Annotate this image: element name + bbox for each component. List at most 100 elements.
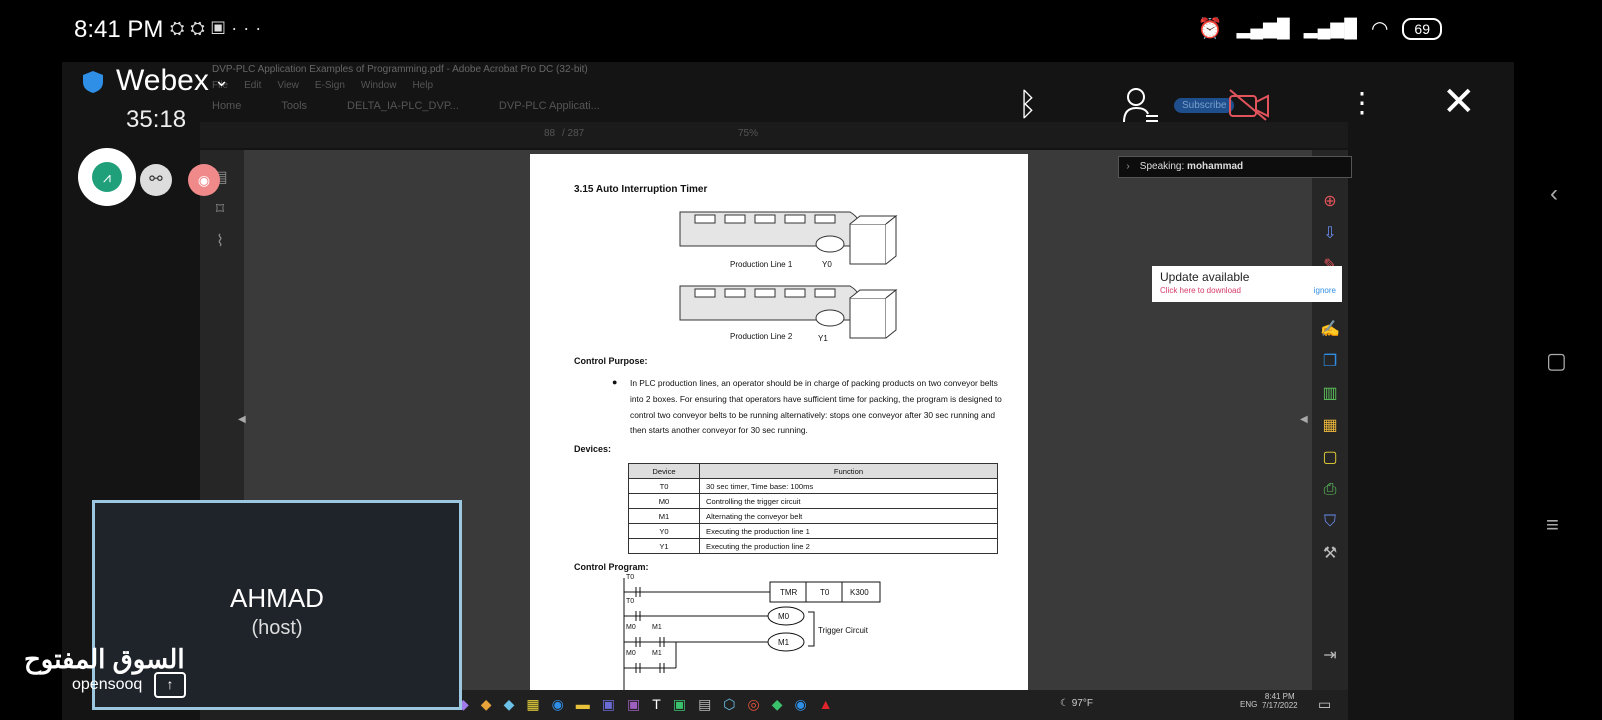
moon-icon: ☾: [1060, 698, 1069, 709]
language-indicator[interactable]: ENG: [1240, 700, 1257, 709]
audio-status-button[interactable]: ⩘: [78, 148, 136, 206]
create-pdf-icon[interactable]: ⊕: [1320, 192, 1340, 212]
comment-icon[interactable]: ▢: [1320, 448, 1340, 468]
pdf-page: 3.15 Auto Interruption Timer Production …: [530, 154, 1028, 690]
expand-pane-icon[interactable]: ⇥: [1320, 646, 1340, 666]
trigger-circuit-label: Trigger Circuit: [818, 626, 868, 635]
notification-icons: ⛭⛭▣···: [170, 18, 267, 39]
menu-edit[interactable]: Edit: [244, 80, 261, 91]
back-nav-icon[interactable]: ‹: [1550, 180, 1558, 208]
tab-home[interactable]: Home: [212, 100, 241, 112]
menu-esign[interactable]: E-Sign: [315, 80, 345, 91]
text-editor-icon[interactable]: T: [652, 696, 661, 713]
cube-app-icon[interactable]: ⬡: [723, 696, 735, 713]
acrobat-tabs: Home Tools DELTA_IA-PLC_DVP... DVP-PLC A…: [212, 100, 600, 112]
page-number-input[interactable]: 88: [544, 128, 555, 139]
acrobat-icon[interactable]: ▲: [819, 696, 833, 713]
menu-view[interactable]: View: [277, 80, 299, 91]
table-row: T0 30 sec timer, Time base: 100ms: [628, 478, 998, 494]
self-video-tile[interactable]: AHMAD (host): [92, 500, 462, 710]
ladder-coil-m0: M0: [778, 612, 790, 621]
files-icon[interactable]: ▦: [526, 696, 539, 713]
webex-app-name[interactable]: Webex: [116, 64, 209, 98]
excel-icon[interactable]: ▣: [673, 696, 686, 713]
webex-taskbar-icon-2[interactable]: ◉: [795, 696, 807, 713]
update-notification[interactable]: Update available Click here to download …: [1152, 266, 1342, 302]
bookmark-icon[interactable]: ⌑: [210, 200, 230, 220]
more-tools-icon[interactable]: ⚒: [1320, 544, 1340, 564]
expand-icon[interactable]: ›: [1119, 157, 1137, 177]
watermark-arabic: السوق المفتوح: [24, 644, 185, 674]
protect-icon[interactable]: ⛉: [1320, 512, 1340, 532]
table-row: Y1 Executing the production line 2: [628, 538, 998, 554]
camera-off-icon[interactable]: [1228, 88, 1270, 122]
combine-files-icon[interactable]: ❐: [1320, 352, 1340, 372]
app-icon-2[interactable]: ◆: [772, 696, 783, 713]
bluetooth-icon[interactable]: ᛒ: [1018, 86, 1037, 123]
update-download-link[interactable]: Click here to download: [1160, 286, 1241, 295]
record-icon[interactable]: ◉: [188, 164, 220, 196]
link-icon[interactable]: ⚯: [140, 164, 172, 196]
production-line-2-output: Y1: [818, 334, 828, 343]
tab-delta-doc[interactable]: DELTA_IA-PLC_DVP...: [347, 100, 459, 112]
active-speaker-bar: › Speaking: mohammad: [1118, 156, 1352, 178]
notification-center-icon[interactable]: ▭: [1318, 696, 1331, 713]
home-nav-icon[interactable]: ▢: [1546, 348, 1567, 374]
tab-dvp-doc[interactable]: DVP-PLC Applicati...: [499, 100, 600, 112]
upload-icon: ↑: [154, 672, 186, 698]
sublime-icon[interactable]: ◆: [481, 696, 492, 713]
export-pdf-icon[interactable]: ⇩: [1320, 224, 1340, 244]
menu-window[interactable]: Window: [361, 80, 397, 91]
more-notifications-icon: ···: [231, 18, 268, 38]
menu-help[interactable]: Help: [412, 80, 433, 91]
file-explorer-icon[interactable]: ▬: [576, 696, 590, 713]
table-row: M0 Controlling the trigger circuit: [628, 493, 998, 509]
table-header-device: Device: [628, 463, 700, 479]
ladder-m1-contact-2: M1: [652, 650, 662, 657]
devices-title: Devices:: [574, 444, 612, 454]
fill-sign-icon[interactable]: ✍: [1320, 320, 1340, 340]
production-line-1-output: Y0: [822, 260, 832, 269]
devices-table: Device Function T0 30 sec timer, Time bas…: [628, 463, 998, 554]
battery-indicator: 69: [1402, 17, 1442, 40]
zoom-level[interactable]: 75%: [738, 128, 758, 139]
tab-tools[interactable]: Tools: [281, 100, 307, 112]
meeting-notification-icon: ⛭: [170, 18, 191, 38]
acrobat-window-title: DVP-PLC Application Examples of Programm…: [212, 64, 588, 75]
control-program-title: Control Program:: [574, 562, 649, 572]
taskbar-clock[interactable]: 8:41 PM 7/17/2022: [1262, 692, 1298, 710]
ladder-coil-m1: M1: [778, 638, 790, 647]
tools-pane: ⌕ ⊕ ⇩ ✎ ▭ ✍ ❐ ▥ ▦ ▢ ⎙ ⛉ ⚒ ⇥: [1312, 150, 1348, 690]
app-icon[interactable]: ◆: [504, 696, 515, 713]
collapse-right-icon[interactable]: ◀: [1300, 414, 1308, 425]
weather[interactable]: ☾ 97°F: [1060, 698, 1093, 709]
update-ignore-link[interactable]: ignore: [1314, 286, 1336, 295]
collapse-left-icon[interactable]: ◀: [238, 414, 246, 425]
scan-ocr-icon[interactable]: ▦: [1320, 416, 1340, 436]
more-options-icon[interactable]: ⋮: [1348, 86, 1376, 119]
meeting-notification-icon-2: ⛭: [190, 18, 211, 38]
organize-pages-icon[interactable]: ▥: [1320, 384, 1340, 404]
production-line-1-label: Production Line 1: [730, 260, 793, 269]
signal-icon-2: ▂▄▆█: [1303, 18, 1357, 38]
page-total: / 287: [562, 128, 585, 139]
chrome-icon[interactable]: ◎: [748, 696, 760, 713]
table-row: Y0 Executing the production line 1: [628, 523, 998, 539]
subscribe-button[interactable]: Subscribe: [1174, 98, 1235, 113]
update-title: Update available: [1160, 270, 1250, 284]
notepad-icon[interactable]: ▤: [698, 696, 711, 713]
chevron-down-icon[interactable]: ⌄: [214, 70, 229, 91]
table-header-row: Device Function: [628, 463, 998, 479]
device-cell: Y0: [628, 523, 700, 539]
speaker-name: mohammad: [1187, 161, 1244, 172]
attachment-icon[interactable]: ⌇: [210, 232, 230, 252]
recents-nav-icon[interactable]: ≡: [1546, 512, 1559, 538]
teams-icon[interactable]: ▣: [602, 696, 615, 713]
print-production-icon[interactable]: ⎙: [1320, 480, 1340, 500]
taskbar-apps: ◆ ◆ ◆ ▦ ◉ ▬ ▣ ▣ T ▣ ▤ ⬡ ◎ ◆ ◉ ▲: [458, 696, 833, 713]
close-icon[interactable]: ✕: [1442, 82, 1476, 122]
wifi-icon: ◠: [1370, 18, 1389, 40]
participants-icon[interactable]: [1122, 86, 1160, 126]
webex-taskbar-icon[interactable]: ◉: [552, 696, 564, 713]
onenote-icon[interactable]: ▣: [627, 696, 640, 713]
